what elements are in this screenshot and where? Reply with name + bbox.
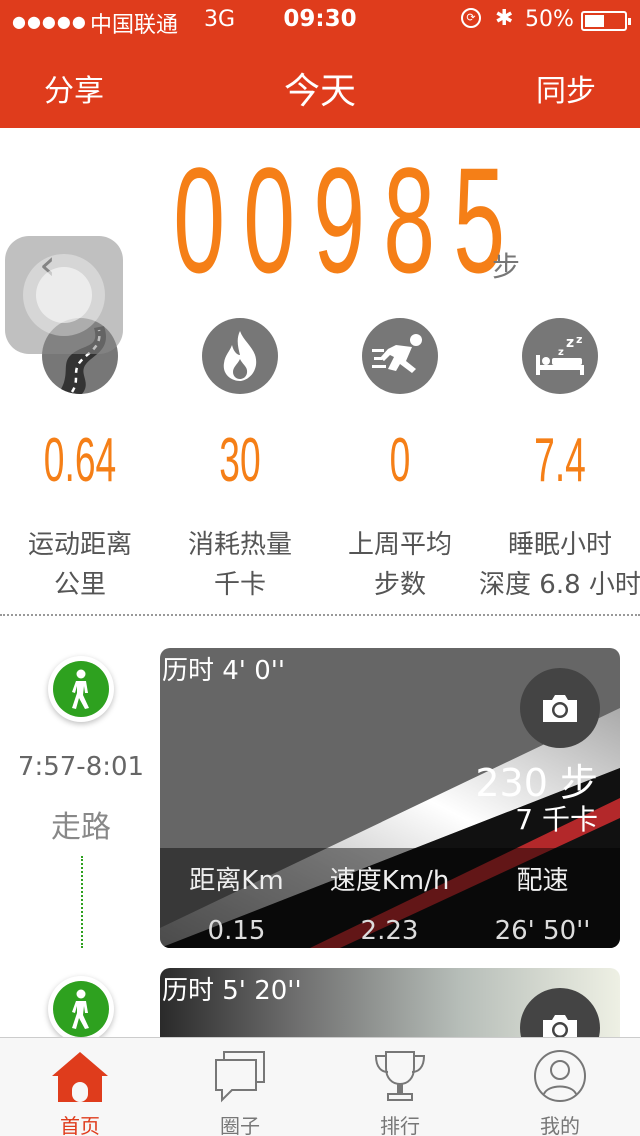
battery-icon — [581, 11, 631, 31]
stat-value: 0 — [389, 426, 411, 495]
metric-header: 配速 — [516, 866, 569, 896]
sleep-icon: z z z — [522, 318, 598, 394]
battery-nub — [628, 18, 631, 25]
walk-icon — [48, 656, 114, 722]
stat-sublabel: 公里 — [53, 570, 106, 600]
activity-metrics: 距离Km 0.15 速度Km/h 2.23 配速 26' 50'' — [160, 848, 620, 948]
profile-icon — [534, 1050, 586, 1102]
metric-header: 距离Km — [189, 866, 284, 896]
step-digit: 9 — [313, 136, 366, 304]
step-digit: 8 — [383, 136, 436, 304]
step-digit: 5 — [453, 136, 506, 304]
activity-card[interactable]: 历时 4' 0'' 230 步 7 千卡 距离Km 0.15 速度Km/h 2.… — [160, 648, 620, 948]
stat-weekly-average[interactable]: 0 上周平均 步数 — [320, 318, 480, 608]
nav-bar: 分享 今天 同步 — [0, 40, 640, 128]
stats-row: 0.64 运动距离 公里 30 消耗热量 千卡 0 上周平均 步数 z z z … — [0, 318, 640, 608]
assistive-touch-button[interactable]: ‹ — [5, 236, 123, 354]
rotation-lock-icon: ⟳ — [461, 8, 481, 28]
stat-value: 30 — [219, 426, 261, 495]
battery-percent: 50% — [525, 7, 574, 32]
activity-timespan: 7:57-8:01 — [17, 752, 145, 782]
tab-label: 首页 — [60, 1114, 100, 1136]
metric-value: 26' 50'' — [494, 916, 591, 946]
stat-calories[interactable]: 30 消耗热量 千卡 — [160, 318, 320, 608]
assistive-core — [36, 267, 92, 323]
chat-icon — [215, 1051, 265, 1103]
step-digit: 0 — [243, 136, 296, 304]
walk-icon-badge — [53, 981, 109, 1037]
battery-fill — [585, 15, 604, 27]
status-bar: ●●●●● 中国联通 3G 09:30 ⟳ ✱ 50% — [0, 0, 640, 40]
stat-sublabel: 千卡 — [213, 570, 266, 600]
section-divider — [0, 614, 640, 616]
walk-icon — [48, 976, 114, 1042]
stat-sleep[interactable]: z z z 7.4 睡眠小时 深度 6.8 小时 — [479, 318, 640, 608]
step-unit: 步 — [492, 250, 521, 283]
stat-label: 上周平均 — [347, 530, 452, 560]
step-digit: 0 — [173, 136, 226, 304]
svg-text:z: z — [576, 333, 582, 346]
bluetooth-icon: ✱ — [495, 6, 514, 31]
stat-label: 运动距离 — [27, 530, 132, 560]
tab-label: 排行 — [380, 1114, 420, 1136]
svg-text:z: z — [558, 347, 564, 358]
top-bar: ●●●●● 中国联通 3G 09:30 ⟳ ✱ 50% 分享 今天 同步 — [0, 0, 640, 128]
metric-value: 0.15 — [207, 916, 266, 946]
stat-sublabel: 深度 6.8 小时 — [479, 570, 640, 600]
stat-distance[interactable]: 0.64 运动距离 公里 — [0, 318, 160, 608]
home-icon — [52, 1052, 108, 1102]
camera-icon[interactable] — [520, 668, 600, 748]
svg-text:z: z — [566, 335, 574, 351]
tab-home[interactable]: 首页 — [0, 1038, 160, 1136]
tab-label: 圈子 — [220, 1114, 260, 1136]
stat-label: 睡眠小时 — [507, 530, 612, 560]
stat-sublabel: 步数 — [373, 570, 426, 600]
activity-calories: 7 千卡 — [515, 803, 598, 836]
stat-label: 消耗热量 — [187, 530, 292, 560]
tab-label: 我的 — [540, 1114, 580, 1136]
activity-type: 走路 — [51, 810, 111, 845]
activity-duration: 历时 4' 0'' — [162, 656, 286, 686]
activity-duration: 历时 5' 20'' — [162, 976, 302, 1006]
stat-value: 0.64 — [43, 426, 117, 495]
walk-icon-badge — [53, 661, 109, 717]
metric-value: 2.23 — [360, 916, 419, 946]
trophy-icon — [374, 1051, 426, 1101]
tab-circle[interactable]: 圈子 — [160, 1038, 320, 1136]
timeline-connector — [81, 856, 83, 948]
tab-ranking[interactable]: 排行 — [320, 1038, 480, 1136]
flame-icon — [202, 318, 278, 394]
sync-button[interactable]: 同步 — [536, 66, 596, 110]
stat-value: 7.4 — [534, 426, 586, 495]
step-digits: 0 0 9 8 5 — [160, 136, 510, 304]
runner-icon — [362, 318, 438, 394]
tab-bar: 首页 圈子 排行 我的 — [0, 1037, 640, 1136]
tab-me[interactable]: 我的 — [480, 1038, 640, 1136]
metric-header: 速度Km/h — [329, 866, 450, 896]
